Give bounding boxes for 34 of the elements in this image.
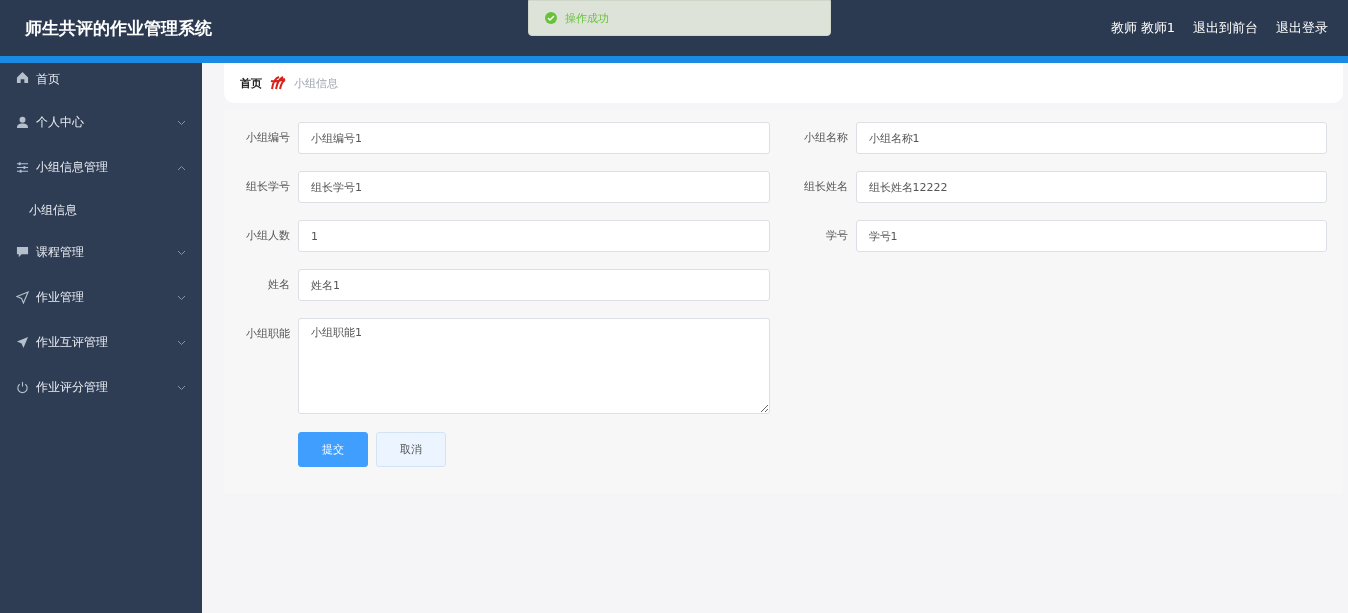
sidebar-menu-item[interactable]: 作业管理: [0, 275, 202, 320]
header-link[interactable]: 退出到前台: [1193, 19, 1258, 37]
cancel-button[interactable]: 取消: [376, 432, 446, 467]
sidebar-menu-item[interactable]: 课程管理: [0, 230, 202, 275]
sidebar-menu-item[interactable]: 作业互评管理: [0, 320, 202, 365]
field-label: 小组编号: [245, 130, 291, 146]
user-label: 教师 教师1: [1110, 19, 1175, 37]
sidebar-menu-item[interactable]: 小组信息管理: [0, 145, 202, 190]
header-link[interactable]: 退出登录: [1276, 19, 1328, 37]
input-field[interactable]: 组长学号1: [298, 171, 770, 203]
sidebar-submenu-item[interactable]: 小组信息: [0, 190, 202, 230]
field-label: 小组名称: [802, 130, 849, 146]
decorative-swirl-icon: [270, 76, 286, 90]
sidebar-menu-item[interactable]: 首页: [0, 63, 202, 100]
breadcrumb-item[interactable]: 首页: [240, 75, 262, 91]
field-label: 小组职能: [245, 326, 291, 342]
sidebar-menu-item[interactable]: 作业评分管理: [0, 365, 202, 410]
check-circle-icon: [545, 12, 557, 24]
field-label: 学号: [824, 228, 849, 244]
textarea-field[interactable]: 小组职能1: [298, 318, 770, 414]
field-label: 姓名: [267, 277, 291, 293]
input-field[interactable]: 小组编号1: [298, 122, 770, 154]
breadcrumb-item: 小组信息: [294, 75, 338, 91]
input-field[interactable]: 姓名1: [298, 269, 770, 301]
input-field[interactable]: 学号1: [855, 220, 1327, 252]
field-label: 小组人数: [245, 228, 291, 244]
toast-message: 操作成功: [565, 10, 609, 26]
input-field[interactable]: 组长姓名12222: [855, 171, 1327, 203]
sidebar-menu-item[interactable]: 个人中心: [0, 100, 202, 145]
input-field[interactable]: 小组名称1: [855, 122, 1327, 154]
app-title: 师生共评的作业管理系统: [25, 16, 212, 40]
field-label: 组长姓名: [802, 179, 849, 195]
input-field[interactable]: 1: [298, 220, 770, 252]
field-label: 组长学号: [245, 179, 291, 195]
